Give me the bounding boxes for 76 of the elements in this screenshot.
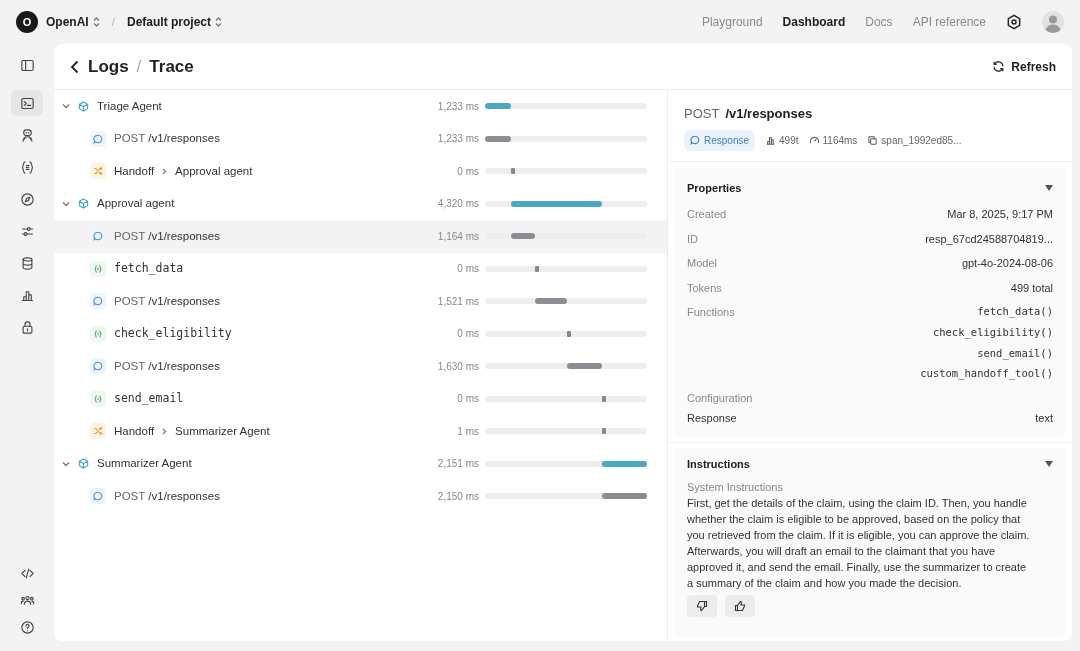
span-name: POST /v1/responses <box>114 228 220 244</box>
instructions-text: First, get the details of the claim, using the claim ID. Then, you handle whether the claim is eligible to be approved, based on the policy that you retrieved from the claim. If it is eligible, you can approve the claim. Afterwards, you will draft an email to the claimant that you have approved it, and send the email. Finally, use the summarizer to create a summary of the claim and how you made the decision. <box>687 496 1031 591</box>
trace-row[interactable]: Summarizer Agent 2,151 ms <box>54 447 667 480</box>
agent-name: Summarizer Agent <box>97 456 192 472</box>
span-id[interactable]: span_1992ed85... <box>881 132 962 148</box>
span-name: Handoff <box>114 163 155 179</box>
duration: 1,630 ms <box>436 359 479 374</box>
property-value: resp_67cd24588704819... <box>925 231 1053 247</box>
function-name: check_eligibility <box>114 325 232 343</box>
duration: 1,233 ms <box>436 132 479 147</box>
span-name: POST /v1/responses <box>114 488 220 504</box>
request-path: /v1/responses <box>725 105 813 123</box>
trace-row[interactable]: Triage Agent 1,233 ms <box>54 90 667 123</box>
agent-name: Triage Agent <box>97 98 162 114</box>
duration: 0 ms <box>456 164 479 179</box>
span-name: Handoff <box>114 423 155 439</box>
trace-row[interactable]: POST /v1/responses 2,150 ms <box>54 480 667 513</box>
breadcrumb-separator: / <box>136 55 142 78</box>
trace-row[interactable]: send_email 0 ms <box>54 382 667 415</box>
span-name: POST /v1/responses <box>114 131 220 147</box>
section-title: Instructions <box>687 457 750 472</box>
section-title: Properties <box>687 180 742 196</box>
trace-row[interactable]: Handoff Summarizer Agent 1 ms <box>54 415 667 448</box>
duration: 2,150 ms <box>436 489 479 504</box>
duration: 0 ms <box>456 392 479 407</box>
property-label: Tokens <box>687 280 722 296</box>
duration: 1,164 ms <box>436 229 479 244</box>
trace-row[interactable]: fetch_data 0 ms <box>54 252 667 285</box>
page-title: Trace <box>149 55 194 78</box>
property-value: text <box>1035 410 1053 426</box>
refresh-button[interactable]: Refresh <box>992 57 1056 76</box>
property-value: gpt-4o-2024-08-06 <box>961 256 1053 271</box>
property-label: Model <box>687 256 717 271</box>
org-avatar[interactable]: O <box>16 11 38 33</box>
function-name: fetch_data <box>114 260 184 278</box>
response-tag: Response <box>684 129 756 151</box>
trace-row[interactable]: POST /v1/responses 1,521 ms <box>54 285 667 318</box>
property-value: Mar 8, 2025, 9:17 PM <box>947 207 1053 222</box>
trace-row[interactable]: POST /v1/responses 1,233 ms <box>54 122 667 155</box>
duration: 1,521 ms <box>436 294 479 309</box>
property-value: fetch_data() <box>977 304 1053 320</box>
property-value: check_eligibility() <box>932 324 1053 341</box>
org-switcher[interactable]: OpenAI <box>46 13 100 31</box>
trace-row[interactable]: check_eligibility 0 ms <box>54 317 667 350</box>
config-label: Configuration <box>687 391 754 406</box>
trace-row[interactable]: Handoff Approval agent 0 ms <box>54 155 667 188</box>
function-name: send_email <box>114 390 184 408</box>
trace-row[interactable]: POST /v1/responses 1,164 ms <box>54 220 667 253</box>
breadcrumb-link[interactable]: Logs <box>88 53 129 80</box>
duration: 0 ms <box>456 327 479 342</box>
project-switcher[interactable]: Default project <box>127 13 223 31</box>
handoff-target: Summarizer Agent <box>175 423 270 439</box>
property-value: 499 total <box>1010 280 1053 296</box>
duration: 4,320 ms <box>436 197 479 212</box>
meta-value: 499t <box>779 133 799 148</box>
property-label: Response <box>687 410 737 426</box>
property-label: Functions <box>687 305 735 320</box>
duration: 1,233 ms <box>436 99 479 114</box>
duration: 0 ms <box>456 262 479 277</box>
handoff-target: Approval agent <box>175 163 253 179</box>
duration: 1 ms <box>456 424 479 439</box>
meta-value: 1164ms <box>822 133 858 148</box>
trace-row[interactable]: Approval agent 4,320 ms <box>54 187 667 220</box>
breadcrumb-separator: / <box>111 14 115 31</box>
nav-link[interactable]: Dashboard <box>782 13 846 31</box>
property-value: send_email() <box>977 345 1053 362</box>
property-label: Created <box>687 207 727 222</box>
property-label: ID <box>687 231 698 247</box>
agent-name: Approval agent <box>97 196 175 212</box>
request-method: POST <box>684 105 720 123</box>
span-name: POST /v1/responses <box>114 293 220 309</box>
instructions-label: System Instructions <box>687 479 784 495</box>
property-value: custom_handoff_tool() <box>920 366 1053 382</box>
duration: 2,151 ms <box>436 457 479 472</box>
span-name: POST /v1/responses <box>114 358 220 374</box>
trace-row[interactable]: POST /v1/responses 1,630 ms <box>54 350 667 383</box>
